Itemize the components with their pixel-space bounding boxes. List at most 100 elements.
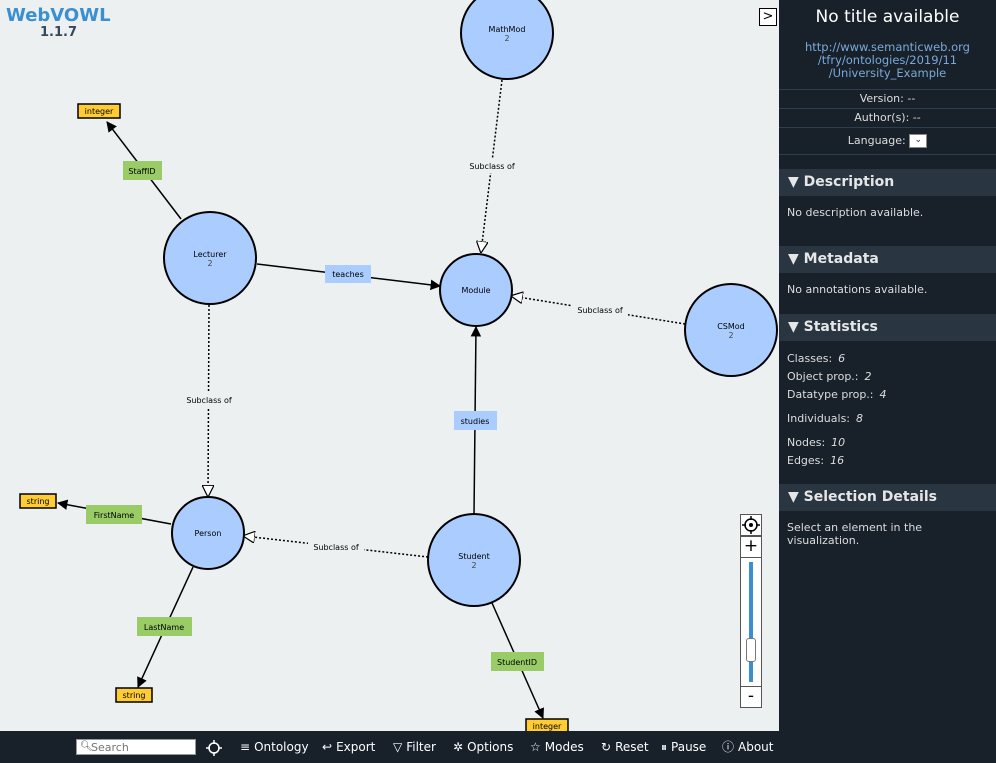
bottom-toolbar: 🔍︎ ≡Ontology ↩Export ▽Filter ✲Options ☆M… xyxy=(0,731,779,763)
list-icon: ≡ xyxy=(240,740,251,754)
pause-icon: ⏸︎ xyxy=(661,740,668,754)
class-mathmod[interactable]: MathMod 2 xyxy=(460,0,554,80)
ontology-title: No title available xyxy=(815,7,960,27)
datatype-string-left[interactable]: string xyxy=(19,493,57,509)
crosshair-icon xyxy=(206,739,222,756)
section-selection-title: Selection Details xyxy=(803,489,937,505)
options-menu-button[interactable]: ✲ Options xyxy=(453,739,513,755)
svg-text:Student: Student xyxy=(458,552,490,561)
section-description-header[interactable]: ▼ Description xyxy=(779,169,996,196)
class-csmod[interactable]: CSMod 2 xyxy=(684,283,778,377)
zoom-in-button[interactable]: + xyxy=(740,536,762,558)
search-input[interactable] xyxy=(91,740,191,754)
subclass-label-lecturer[interactable]: Subclass of xyxy=(186,396,232,405)
stat-datatype-properties: Datatype prop.: 4 xyxy=(787,388,887,401)
stat-individuals: Individuals: 8 xyxy=(787,412,864,425)
locate-button[interactable] xyxy=(206,739,222,756)
gear-icon: ✲ xyxy=(453,740,464,754)
section-description-body: No description available. xyxy=(787,206,924,219)
svg-text:integer: integer xyxy=(85,107,114,116)
section-metadata-title: Metadata xyxy=(803,251,879,267)
modes-menu-button[interactable]: ☆ Modes xyxy=(530,739,584,755)
section-metadata-header[interactable]: ▼ Metadata xyxy=(779,246,996,273)
zoom-slider-handle[interactable] xyxy=(746,638,756,662)
reset-button[interactable]: ↻ Reset xyxy=(601,739,649,755)
section-statistics-body: Classes: 6 Object prop.: 2 Datatype prop.:… xyxy=(779,341,996,484)
language-row: Language: ⌄ xyxy=(779,127,996,154)
svg-text:Person: Person xyxy=(195,529,222,538)
star-icon: ☆ xyxy=(530,740,541,754)
zoom-controls: + - xyxy=(740,514,764,708)
app-logo: WebVOWL 1.1.7 xyxy=(6,5,111,40)
subclass-label-student[interactable]: Subclass of xyxy=(313,543,359,552)
stat-nodes: Nodes: 10 xyxy=(787,436,846,449)
ontology-version: Version: -- xyxy=(779,89,996,108)
svg-text:FirstName: FirstName xyxy=(94,511,135,520)
app-name: WebVOWL xyxy=(6,5,111,26)
class-person[interactable]: Person xyxy=(171,496,245,570)
property-staffid[interactable]: StaffID xyxy=(123,161,162,180)
about-menu-button[interactable]: ⓘ About xyxy=(722,739,774,755)
stat-classes: Classes: 6 xyxy=(787,352,846,365)
svg-text:Module: Module xyxy=(461,286,490,295)
property-studies[interactable]: studies xyxy=(454,411,497,430)
filter-menu-button[interactable]: ▽ Filter xyxy=(393,739,436,755)
language-label: Language: xyxy=(847,134,906,147)
svg-text:studies: studies xyxy=(461,417,490,426)
ontology-menu-button[interactable]: ≡ Ontology xyxy=(240,739,309,755)
class-student[interactable]: Student 2 xyxy=(427,513,521,607)
export-arrow-icon: ↩ xyxy=(322,740,333,754)
sidebar: No title available http://www.semanticwe… xyxy=(779,0,996,763)
svg-text:2: 2 xyxy=(504,34,509,43)
datatype-integer-top[interactable]: integer xyxy=(77,103,121,119)
svg-text:2: 2 xyxy=(728,331,733,340)
section-selection-header[interactable]: ▼ Selection Details xyxy=(779,484,996,511)
class-module[interactable]: Module xyxy=(439,253,513,327)
svg-text:string: string xyxy=(123,691,146,700)
property-lastname[interactable]: LastName xyxy=(137,617,192,636)
language-select[interactable]: ⌄ xyxy=(909,134,928,148)
pause-button[interactable]: ⏸︎ Pause xyxy=(661,739,706,755)
datatype-string-bottom[interactable]: string xyxy=(115,687,153,703)
property-firstname[interactable]: FirstName xyxy=(86,505,142,524)
svg-text:2: 2 xyxy=(207,259,212,268)
export-menu-button[interactable]: ↩ Export xyxy=(322,739,375,755)
iri-line-3[interactable]: /University_Example xyxy=(779,67,996,80)
zoom-slider[interactable] xyxy=(740,558,762,686)
section-statistics-title: Statistics xyxy=(803,319,878,335)
ontology-iri[interactable]: http://www.semanticweb.org /tfry/ontolog… xyxy=(779,41,996,80)
property-teaches[interactable]: teaches xyxy=(325,265,371,283)
class-lecturer[interactable]: Lecturer 2 xyxy=(163,211,257,305)
triangle-down-icon: ▼ xyxy=(788,251,799,267)
app-version: 1.1.7 xyxy=(40,25,78,40)
svg-text:CSMod: CSMod xyxy=(717,322,745,331)
triangle-down-icon: ▼ xyxy=(788,489,799,505)
sidebar-toggle-button[interactable]: > xyxy=(759,8,777,26)
svg-text:integer: integer xyxy=(533,722,562,731)
ontology-graph[interactable]: Subclass of Subclass of Subclass of Subc… xyxy=(0,0,779,734)
section-selection-body: Select an element in the visualization. xyxy=(787,521,923,547)
triangle-down-icon: ▼ xyxy=(788,174,799,190)
graph-canvas[interactable]: Subclass of Subclass of Subclass of Subc… xyxy=(0,0,779,734)
center-graph-button[interactable] xyxy=(740,514,762,536)
subclass-label-mathmod[interactable]: Subclass of xyxy=(469,162,515,171)
svg-text:teaches: teaches xyxy=(332,270,364,279)
svg-text:MathMod: MathMod xyxy=(489,25,526,34)
zoom-out-button[interactable]: - xyxy=(740,686,762,708)
property-studentid[interactable]: StudentID xyxy=(491,652,544,671)
svg-text:string: string xyxy=(27,497,50,506)
section-statistics-header[interactable]: ▼ Statistics xyxy=(779,314,996,341)
info-circle-icon: ⓘ xyxy=(722,740,735,754)
stat-edges: Edges: 16 xyxy=(787,454,845,467)
search-box[interactable]: 🔍︎ xyxy=(76,739,196,755)
svg-text:StudentID: StudentID xyxy=(497,658,537,667)
svg-text:LastName: LastName xyxy=(144,623,184,632)
triangle-down-icon: ▼ xyxy=(788,319,799,335)
ontology-authors: Author(s): -- xyxy=(779,108,996,127)
zoom-slider-rail xyxy=(749,562,753,682)
svg-text:2: 2 xyxy=(471,561,476,570)
svg-text:Lecturer: Lecturer xyxy=(193,250,227,259)
chevron-down-icon: ⌄ xyxy=(914,135,923,145)
datatype-integer-bottom[interactable]: integer xyxy=(525,718,569,734)
subclass-label-csmod[interactable]: Subclass of xyxy=(577,306,623,315)
